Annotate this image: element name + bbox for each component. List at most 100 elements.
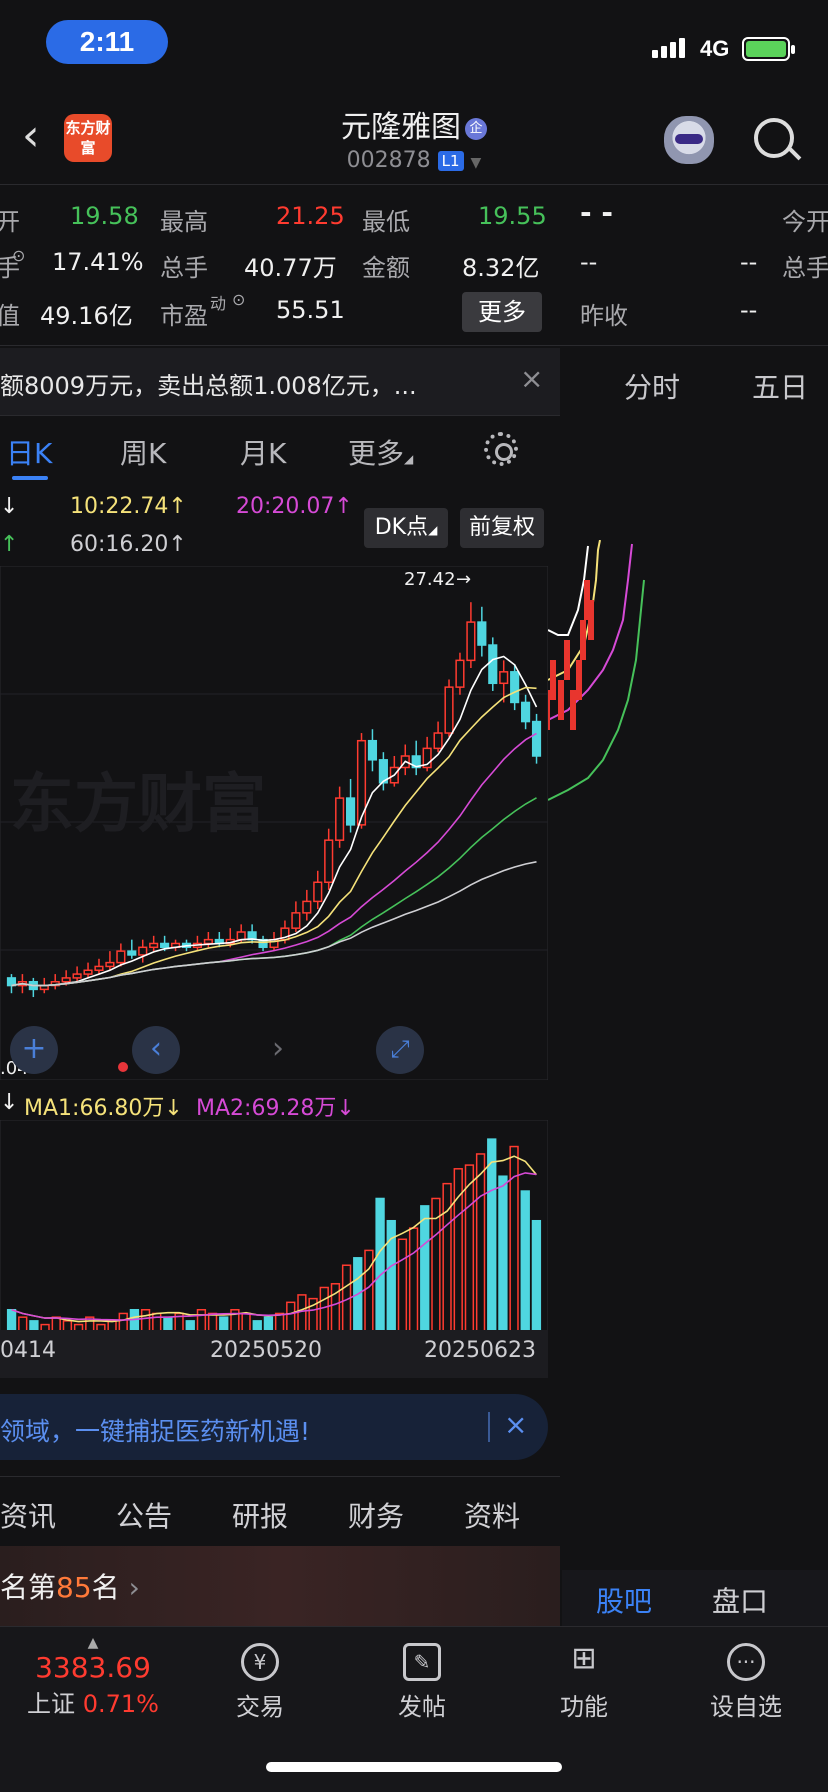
info-icon[interactable]: ⊙ (232, 290, 245, 309)
battery-icon (742, 37, 795, 61)
volume-bar (6, 1308, 17, 1332)
candle-body (291, 912, 301, 929)
candle-body (236, 931, 246, 941)
tab-daily-k[interactable]: 日K (6, 432, 52, 472)
nav-add-watchlist[interactable]: ··· 设自选 (686, 1643, 806, 1722)
ma5-legend: ↓ (0, 494, 19, 519)
price-chart[interactable]: 东方财富 27.42 → .04 (0, 566, 548, 1080)
volume-bar (319, 1286, 329, 1332)
index-quote[interactable]: ▲ 3383.69 上证 0.71% (18, 1635, 168, 1719)
amount-value: 8.32亿 (462, 254, 540, 282)
pe-value: 55.51 (276, 296, 345, 324)
search-icon[interactable] (754, 118, 794, 158)
high-marker-arrow: → (456, 569, 471, 590)
right-candle (576, 660, 582, 700)
rank-number: 85 (56, 1571, 92, 1604)
candle-body (367, 739, 378, 761)
date-tick: 0414 (0, 1338, 56, 1363)
assistant-robot-icon[interactable] (664, 116, 714, 164)
signal-icon (652, 38, 688, 58)
candle-body (521, 701, 531, 723)
tab-more-label: 更多 (348, 437, 405, 470)
tab-five-day[interactable]: 五日 (752, 366, 808, 406)
tab-stock-forum[interactable]: 股吧 (596, 1580, 652, 1620)
ticker-close-icon[interactable]: × (520, 362, 543, 395)
volume-bar (375, 1197, 385, 1332)
volume-bar (420, 1205, 430, 1332)
prev-close-value: -- (740, 296, 758, 324)
tab-profile[interactable]: 资料 (464, 1495, 520, 1535)
volume-bar (408, 1227, 419, 1332)
nav-post-label: 发帖 (398, 1693, 446, 1721)
scroll-left-button[interactable]: ‹ (132, 1026, 180, 1074)
high-label: 最高 (160, 208, 208, 236)
settings-gear-icon[interactable] (484, 432, 518, 466)
banner-close-icon[interactable]: × (504, 1408, 527, 1441)
right-candle (558, 680, 564, 720)
candle-body (72, 973, 82, 979)
ma30-legend: ↑ (0, 532, 19, 557)
volume-bar (520, 1190, 530, 1332)
chevron-right-icon: › (128, 1571, 140, 1604)
volume-bar (297, 1294, 307, 1332)
dk-point-button[interactable]: DK点◢ (364, 508, 448, 548)
enterprise-badge: 企 (465, 117, 487, 140)
volume-bar (140, 1308, 151, 1332)
watermark-text: 东方财富 (10, 768, 266, 842)
right-candle (564, 640, 570, 680)
zoom-in-button[interactable]: + (10, 1026, 58, 1074)
rank-card[interactable]: 名第85名 › (0, 1546, 560, 1626)
ma20-legend: 20:20.07↑ (236, 494, 353, 519)
candle-body (531, 720, 542, 757)
nav-functions[interactable]: ⊞ 功能 (524, 1643, 644, 1722)
tab-more[interactable]: 更多◢ (348, 432, 413, 472)
turnover-value: 17.41% (52, 248, 144, 276)
tab-monthly-k[interactable]: 月K (240, 432, 286, 472)
nav-add-watchlist-label: 设自选 (710, 1693, 782, 1721)
stock-name-text: 元隆雅图 (341, 110, 461, 145)
volume-chart[interactable] (0, 1120, 548, 1332)
banner-divider (488, 1412, 490, 1442)
mktcap-value: 49.16亿 (40, 302, 133, 330)
volume-bar (196, 1308, 207, 1332)
triangle-icon: ◢ (428, 523, 438, 537)
tab-research[interactable]: 研报 (232, 1495, 288, 1535)
prev-close-label: 昨收 (580, 302, 628, 330)
nav-trade[interactable]: ¥ 交易 (200, 1643, 320, 1722)
ma60-legend: 60:16.20↑ (70, 532, 187, 557)
news-ticker[interactable]: 额8009万元，卖出总额1.008亿元，... × (0, 348, 560, 416)
quote-panel: 开 19.58 最高 21.25 最低 19.55 手 ⊙ 17.41% 总手 … (0, 186, 828, 346)
high-value: 21.25 (276, 202, 345, 230)
open-label: 开 (0, 208, 20, 236)
volume-label: 总手 (160, 254, 208, 282)
yuan-icon: ¥ (241, 1643, 279, 1681)
date-axis: 0414 20250520 20250623 (0, 1330, 548, 1378)
right-open-label: 今开 (782, 208, 828, 236)
forward-adjust-button[interactable]: 前复权 (460, 508, 544, 548)
candle-body (499, 671, 509, 685)
tab-intraday[interactable]: 分时 (624, 366, 680, 406)
edit-icon: ✎ (403, 1643, 441, 1681)
more-quote-button[interactable]: 更多 (462, 292, 542, 332)
info-icon[interactable]: ⊙ (12, 246, 25, 265)
tab-weekly-k[interactable]: 周K (120, 432, 166, 472)
fullscreen-button[interactable]: ⤢ (376, 1026, 424, 1074)
candle-body (302, 900, 312, 914)
volume-bar (475, 1153, 486, 1332)
volume-bar (509, 1145, 519, 1332)
scroll-right-button[interactable]: › (254, 1026, 302, 1074)
tab-order-book[interactable]: 盘口 (712, 1580, 768, 1620)
banner-text: 领域，一键捕捉医药新机遇! (0, 1417, 311, 1446)
index-value: 3383.69 (35, 1651, 151, 1684)
promo-banner[interactable]: 领域，一键捕捉医药新机遇! × (0, 1394, 548, 1460)
right-volume-label: 总手 (782, 254, 828, 282)
low-value: 19.55 (478, 202, 547, 230)
tab-finance[interactable]: 财务 (348, 1495, 404, 1535)
nav-post[interactable]: ✎ 发帖 (362, 1643, 482, 1722)
tab-news[interactable]: 资讯 (0, 1495, 56, 1535)
tab-announcements[interactable]: 公告 (116, 1495, 172, 1535)
pe-super: 动 (210, 294, 227, 313)
caret-up-icon: ▲ (87, 1635, 99, 1651)
rank-prefix: 名第 (0, 1571, 57, 1604)
right-dash-2: -- (740, 248, 758, 276)
